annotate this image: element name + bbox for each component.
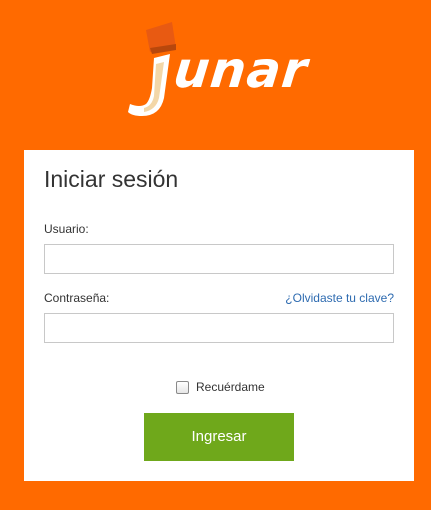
checkbox-icon[interactable] bbox=[176, 380, 189, 394]
remember-me-label: Recuérdame bbox=[196, 380, 265, 394]
login-card: Iniciar sesión Usuario: Contraseña: ¿Olv… bbox=[24, 150, 414, 481]
password-input[interactable] bbox=[44, 313, 394, 343]
logo-text: unar bbox=[170, 41, 311, 99]
username-input[interactable] bbox=[44, 244, 394, 274]
remember-me-checkbox[interactable]: Recuérdame bbox=[176, 380, 265, 394]
login-button[interactable]: Ingresar bbox=[144, 413, 294, 461]
forgot-password-link[interactable]: ¿Olvidaste tu clave? bbox=[285, 291, 394, 305]
password-label: Contraseña: bbox=[44, 291, 110, 305]
page-title: Iniciar sesión bbox=[44, 166, 179, 192]
username-label: Usuario: bbox=[44, 222, 89, 236]
junar-logo: unar bbox=[126, 18, 316, 122]
